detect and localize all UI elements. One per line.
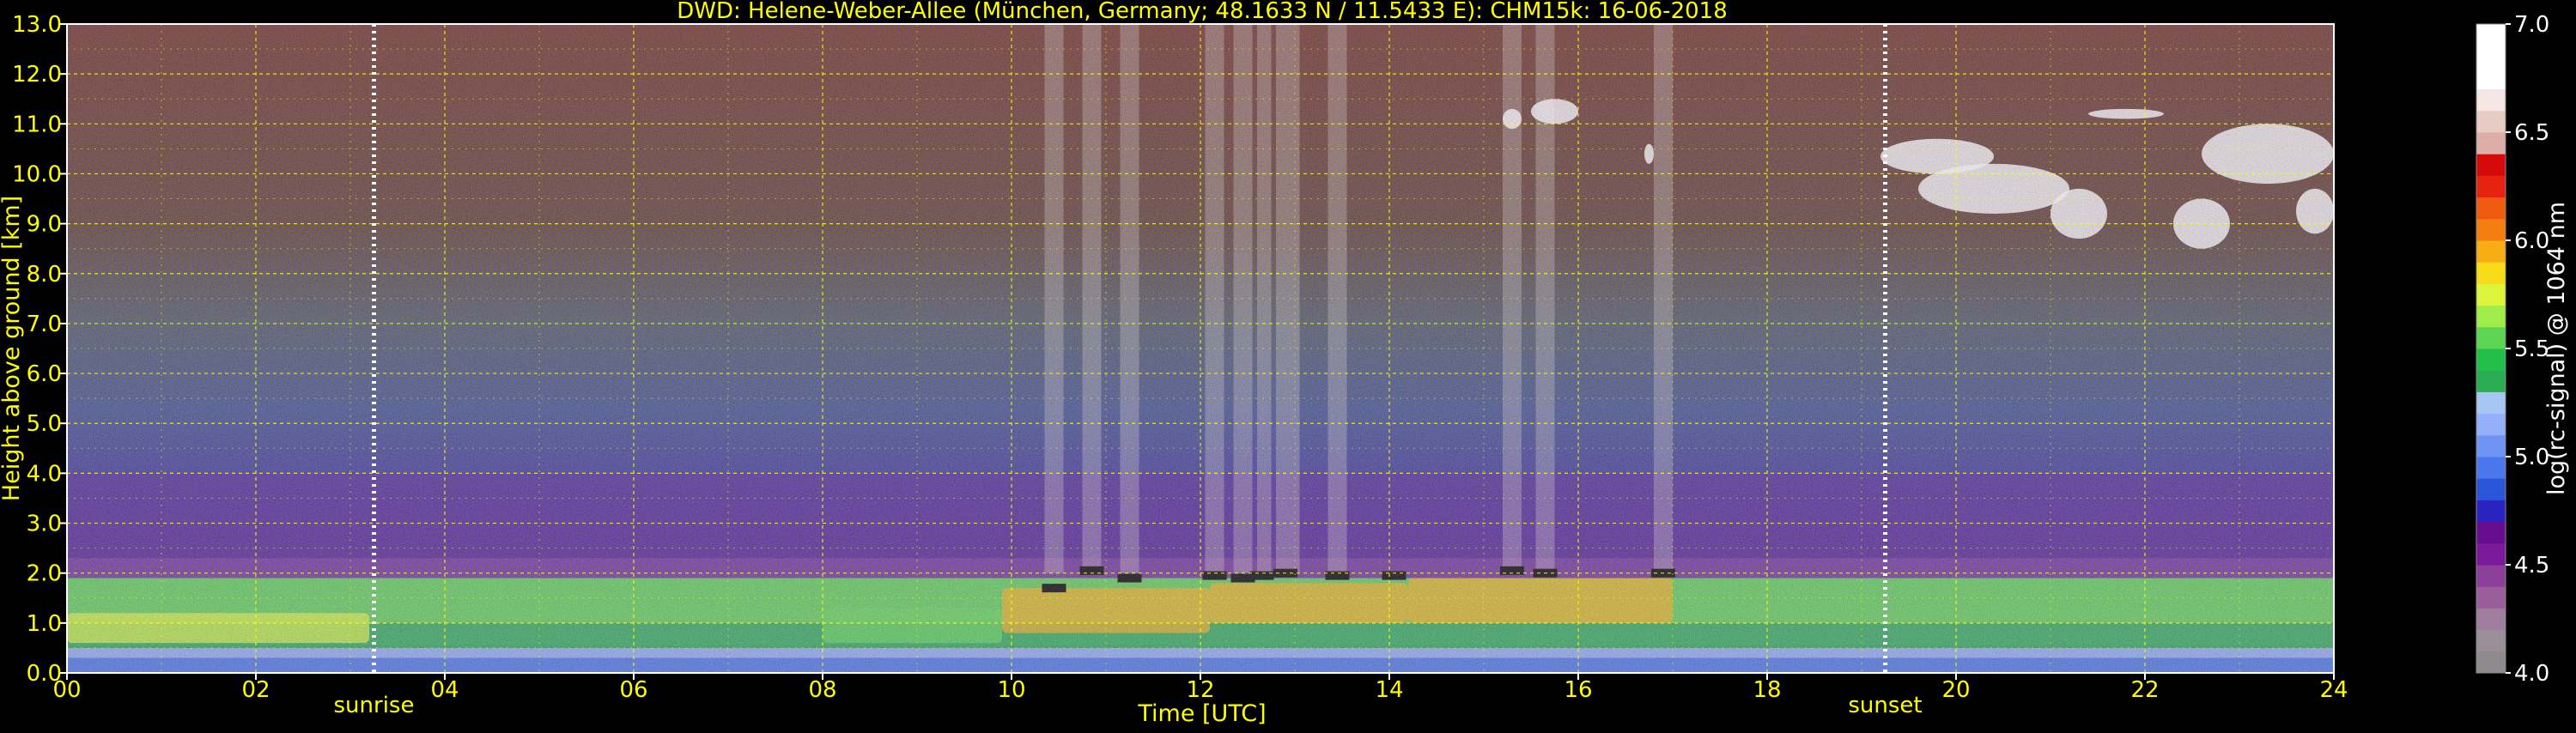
x-tick-label: 20 — [1941, 677, 1970, 703]
colorbar-tick-label: 4.0 — [2514, 661, 2549, 687]
y-tick-label: 5.0 — [27, 411, 62, 437]
colorbar-segment — [2476, 110, 2506, 133]
colorbar-segment — [2476, 521, 2506, 544]
x-tick-label: 14 — [1375, 677, 1403, 703]
colorbar-segment — [2476, 262, 2506, 284]
y-tick-label: 3.0 — [27, 512, 62, 537]
x-axis-label: Time [UTC] — [1137, 700, 1266, 727]
colorbar-segment — [2476, 651, 2506, 674]
x-tick-label: 18 — [1753, 677, 1781, 703]
y-axis-label: Height above ground [km] — [0, 196, 25, 501]
y-tick-label: 8.0 — [27, 262, 62, 288]
y-tick-label: 1.0 — [27, 611, 62, 637]
colorbar-segment — [2476, 88, 2506, 112]
colorbar-segment — [2476, 326, 2506, 349]
colorbar-segment — [2476, 391, 2506, 415]
colorbar-segment — [2476, 218, 2506, 241]
y-tick-label: 6.0 — [27, 361, 62, 387]
colorbar-segment — [2476, 67, 2506, 90]
colorbar-segment — [2476, 240, 2506, 263]
y-tick-label: 9.0 — [27, 212, 62, 238]
y-tick-label: 11.0 — [12, 112, 62, 137]
colorbar-segment — [2476, 305, 2506, 328]
colorbar-label: log(rc-signal) @ 1064 nm — [2543, 202, 2570, 495]
x-tick-label: 04 — [430, 677, 459, 703]
y-tick-label: 7.0 — [27, 312, 62, 337]
colorbar-segment — [2476, 565, 2506, 587]
colorbar-segment — [2476, 586, 2506, 609]
x-tick-label: 10 — [997, 677, 1025, 703]
colorbar-tick-label: 7.0 — [2514, 12, 2549, 38]
colorbar-segment — [2476, 24, 2506, 46]
y-tick-label: 10.0 — [12, 161, 62, 187]
lidar-backscatter-chart: DWD: Helene-Weber-Allee (München, German… — [0, 0, 2576, 730]
x-tick-label: 12 — [1186, 677, 1214, 703]
colorbar-segment — [2476, 45, 2506, 68]
y-tick-label: 4.0 — [27, 461, 62, 487]
y-tick-label: 2.0 — [27, 561, 62, 587]
colorbar-segment — [2476, 132, 2506, 154]
x-tick-label: 24 — [2319, 677, 2348, 703]
colorbar-tick-label: 6.5 — [2514, 120, 2549, 146]
plot-area — [67, 24, 2334, 673]
colorbar-segment — [2476, 175, 2506, 198]
sun-annotations: sunrise sunset — [334, 693, 1923, 718]
sunrise-label: sunrise — [334, 693, 415, 718]
y-tick-label: 12.0 — [12, 62, 62, 88]
colorbar-segment — [2476, 370, 2506, 392]
y-tick-label: 13.0 — [12, 12, 62, 38]
y-tick-label: 0.0 — [27, 661, 62, 687]
x-tick-label: 22 — [2130, 677, 2159, 703]
colorbar-segment — [2476, 413, 2506, 436]
colorbar-tick-label: 4.5 — [2514, 553, 2549, 579]
x-tick-label: 02 — [241, 677, 270, 703]
colorbar-segment — [2476, 154, 2506, 176]
colorbar-segment — [2476, 348, 2506, 371]
x-tick-label: 16 — [1564, 677, 1592, 703]
colorbar-segment — [2476, 283, 2506, 306]
sunset-label: sunset — [1848, 693, 1922, 718]
colorbar-segment — [2476, 542, 2506, 566]
colorbar-segment — [2476, 434, 2506, 457]
colorbar-segment — [2476, 608, 2506, 631]
x-tick-label: 08 — [808, 677, 836, 703]
colorbar-segment — [2476, 197, 2506, 220]
colorbar-segment — [2476, 478, 2506, 500]
colorbar-segment — [2476, 629, 2506, 652]
colorbar — [2476, 23, 2506, 674]
colorbar-segment — [2476, 500, 2506, 523]
colorbar-segment — [2476, 457, 2506, 479]
x-tick-label: 06 — [619, 677, 647, 703]
chart-canvas: DWD: Helene-Weber-Allee (München, German… — [0, 0, 2570, 727]
chart-title: DWD: Helene-Weber-Allee (München, German… — [677, 0, 1728, 24]
